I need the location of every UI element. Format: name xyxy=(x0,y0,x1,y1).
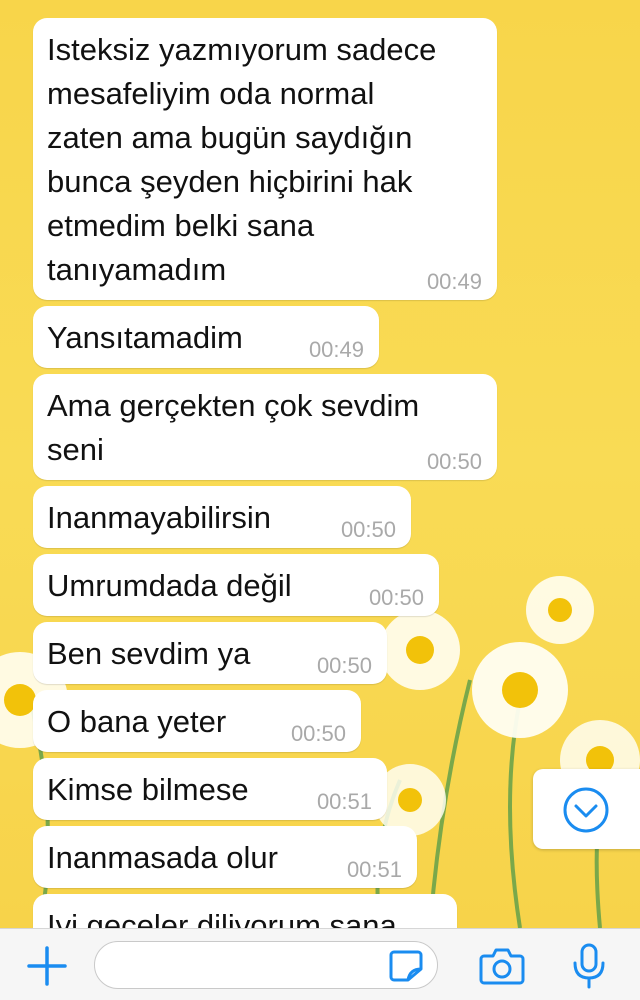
message-text: Ama gerçekten çok sevdim seni xyxy=(47,388,420,467)
message-bubble[interactable]: Ama gerçekten çok sevdim seni 00:50 xyxy=(33,374,497,480)
message-time: 00:51 xyxy=(316,789,372,814)
message-bubble[interactable]: Umrumdada değil 00:50 xyxy=(33,554,439,616)
sticker-icon[interactable] xyxy=(388,949,424,983)
message-input-bar xyxy=(0,928,640,1000)
microphone-icon[interactable] xyxy=(571,943,607,989)
message-time: 00:50 xyxy=(368,585,424,610)
camera-icon[interactable] xyxy=(479,947,525,985)
message-text: Isteksiz yazmıyorum sadece mesafeliyim o… xyxy=(47,32,437,287)
plus-icon[interactable] xyxy=(26,945,68,987)
message-time: 00:49 xyxy=(426,269,482,294)
message-time: 00:50 xyxy=(340,517,396,542)
message-text: Iyi geceler diliyorum sana xyxy=(47,908,397,928)
message-bubble[interactable]: Ben sevdim ya 00:50 xyxy=(33,622,387,684)
message-list[interactable]: Isteksiz yazmıyorum sadece mesafeliyim o… xyxy=(0,0,640,928)
message-bubble[interactable]: Kimse bilmese 00:51 xyxy=(33,758,387,820)
message-bubble[interactable]: Inanmayabilirsin 00:50 xyxy=(33,486,411,548)
message-bubble[interactable]: Yansıtamadim 00:49 xyxy=(33,306,379,368)
message-time: 00:51 xyxy=(346,857,402,882)
message-time: 00:50 xyxy=(316,653,372,678)
message-time: 00:49 xyxy=(308,337,364,362)
scroll-to-bottom-button[interactable] xyxy=(533,769,640,849)
message-time: 00:50 xyxy=(290,721,346,746)
message-bubble[interactable]: Isteksiz yazmıyorum sadece mesafeliyim o… xyxy=(33,18,497,300)
message-bubble[interactable]: Iyi geceler diliyorum sana xyxy=(33,894,457,928)
message-bubble[interactable]: O bana yeter 00:50 xyxy=(33,690,361,752)
message-input[interactable] xyxy=(94,941,438,989)
message-time: 00:50 xyxy=(426,449,482,474)
message-bubble[interactable]: Inanmasada olur 00:51 xyxy=(33,826,417,888)
chevron-down-circle-icon xyxy=(563,787,609,833)
